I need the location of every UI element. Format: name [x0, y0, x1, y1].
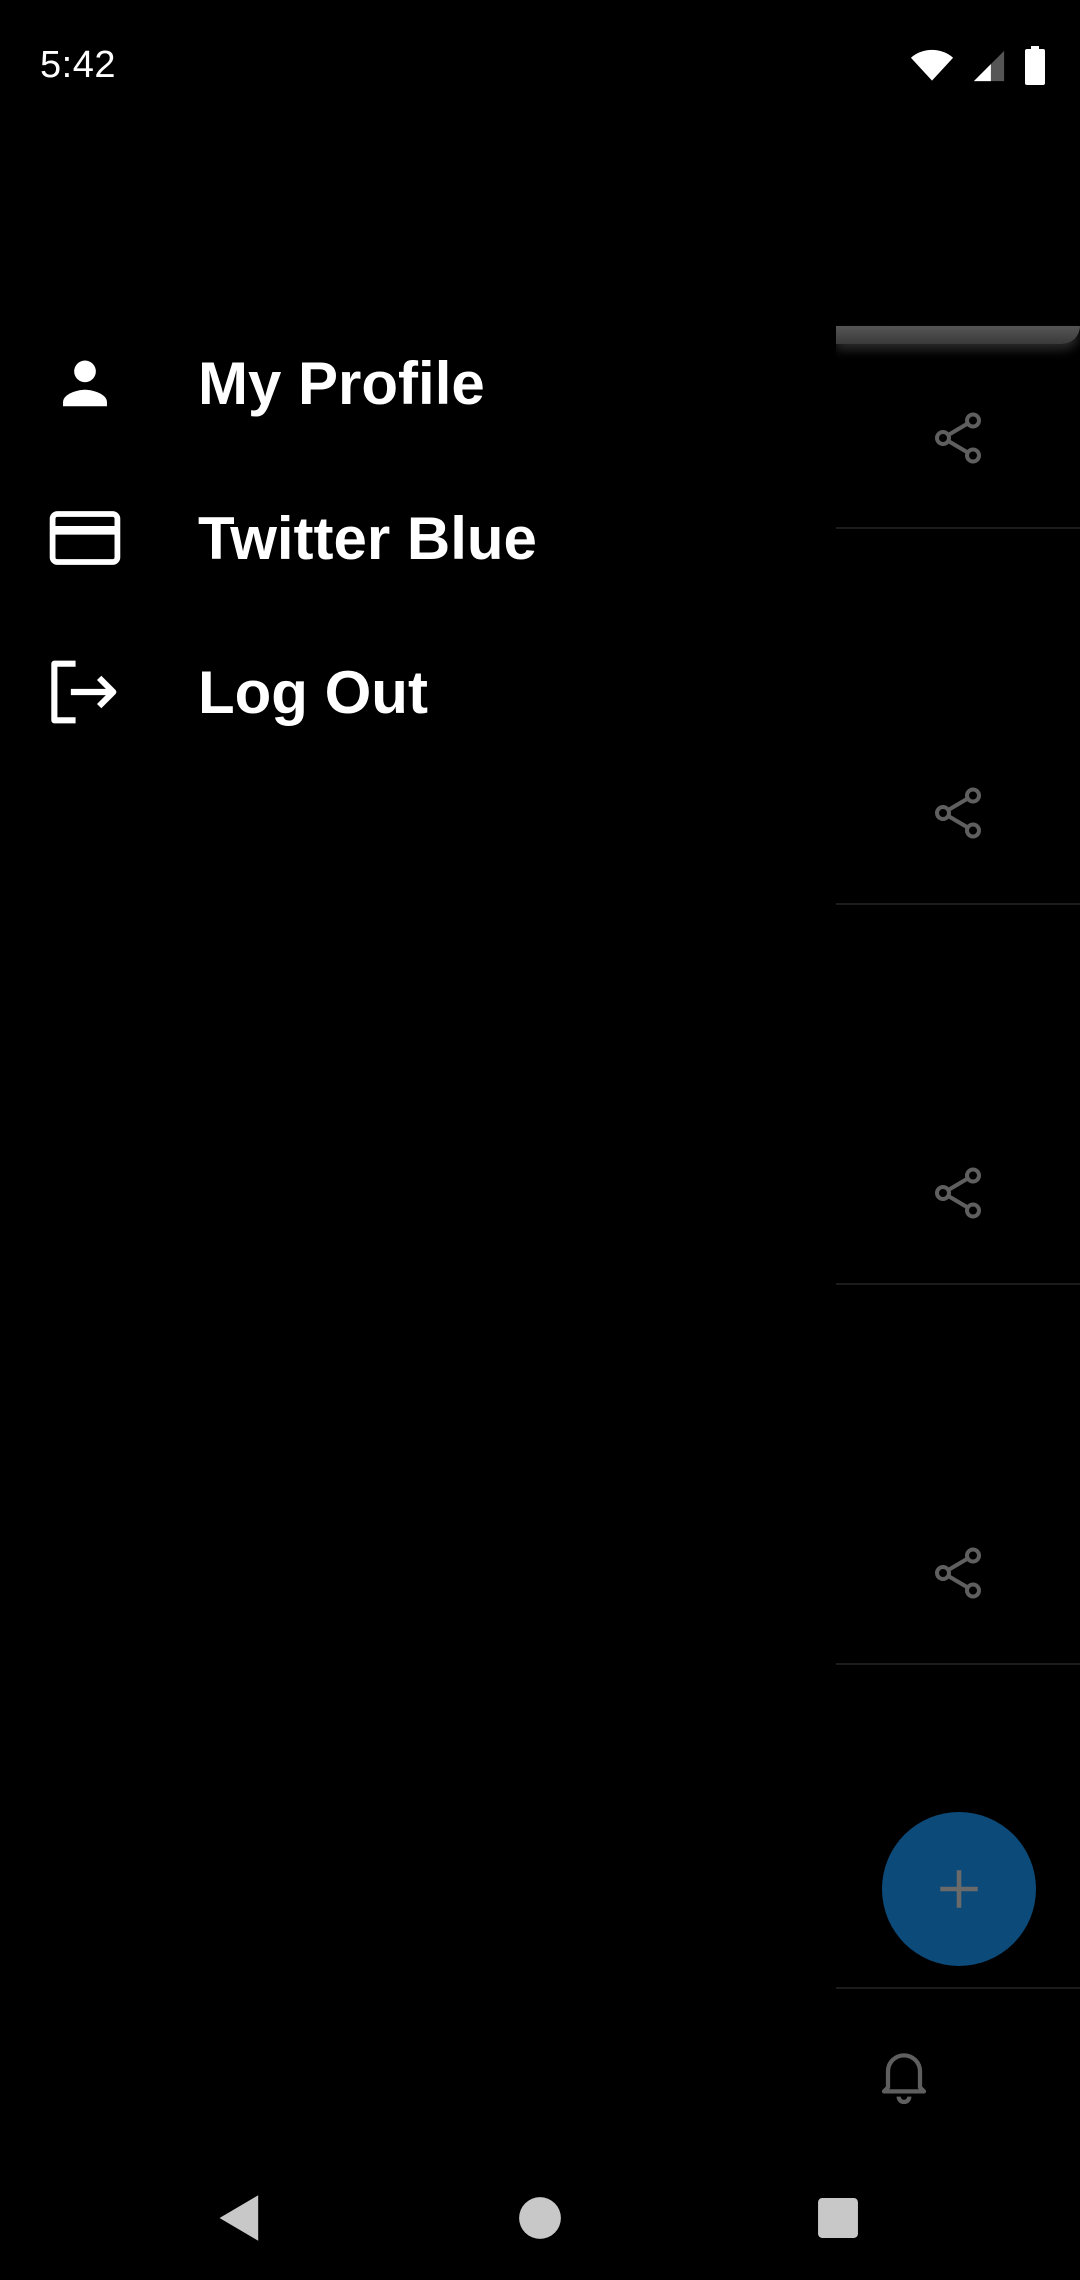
battery-icon — [1025, 46, 1045, 85]
drawer-item-label: My Profile — [198, 349, 485, 417]
home-button[interactable] — [510, 2188, 570, 2248]
share-icon[interactable] — [928, 783, 988, 843]
background-feed — [836, 0, 1080, 2280]
cell-signal-icon — [973, 50, 1005, 82]
drawer-item-my-profile[interactable]: My Profile — [0, 318, 836, 448]
recents-icon — [818, 2198, 858, 2238]
feed-divider — [836, 903, 1080, 905]
drawer-item-label: Log Out — [198, 658, 428, 726]
recents-button[interactable] — [808, 2188, 868, 2248]
share-icon[interactable] — [928, 1543, 988, 1603]
compose-fab[interactable] — [882, 1812, 1036, 1966]
credit-card-icon — [46, 499, 124, 577]
drawer-item-log-out[interactable]: Log Out — [0, 627, 836, 757]
navigation-drawer: My Profile Twitter Blue Log Out — [0, 0, 836, 2280]
status-time: 5:42 — [40, 44, 116, 86]
screen: My Profile Twitter Blue Log Out 5:42 — [0, 0, 1080, 2280]
status-bar: 5:42 — [0, 0, 1080, 140]
person-icon — [46, 344, 124, 422]
drawer-item-label: Twitter Blue — [198, 504, 537, 572]
back-button[interactable] — [210, 2188, 270, 2248]
status-icons — [910, 44, 1046, 88]
feed-divider — [836, 527, 1080, 529]
logout-icon — [46, 653, 124, 731]
back-icon — [219, 2195, 259, 2241]
plus-icon — [940, 1870, 978, 1908]
share-icon[interactable] — [928, 1163, 988, 1223]
feed-divider — [836, 1663, 1080, 1665]
wifi-icon — [910, 49, 954, 81]
bell-icon[interactable] — [872, 2042, 936, 2106]
drawer-item-twitter-blue[interactable]: Twitter Blue — [0, 473, 836, 603]
share-icon[interactable] — [928, 408, 988, 468]
system-nav-bar — [0, 2148, 1080, 2280]
feed-divider — [836, 1283, 1080, 1285]
home-icon — [519, 2197, 561, 2239]
app-bar-edge — [836, 326, 1080, 344]
bottom-nav-divider — [836, 1987, 1080, 1989]
